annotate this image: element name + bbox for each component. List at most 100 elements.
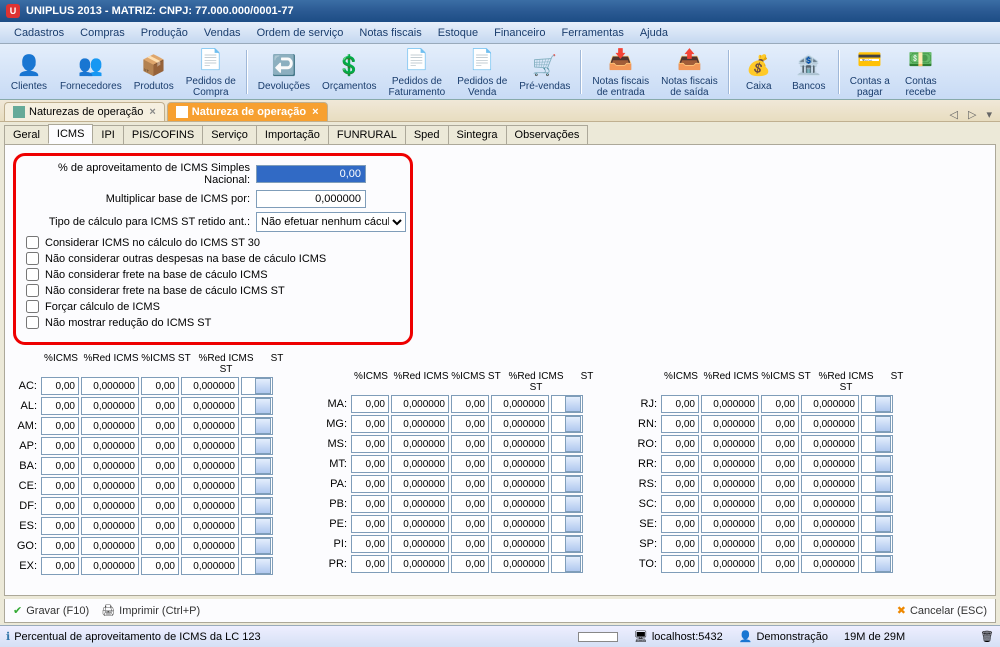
state-input[interactable] <box>41 377 79 395</box>
state-st-select[interactable] <box>551 495 583 513</box>
state-input[interactable] <box>81 397 139 415</box>
toolbar-notas-fiscais[interactable]: 📥Notas fiscaisde entrada <box>586 44 655 100</box>
inner-tab-serviço[interactable]: Serviço <box>202 125 257 144</box>
state-st-select[interactable] <box>551 455 583 473</box>
close-tab-icon[interactable]: × <box>149 106 155 118</box>
toolbar-devoluções[interactable]: ↩️Devoluções <box>252 49 316 94</box>
toolbar-clientes[interactable]: 👤Clientes <box>4 49 54 94</box>
trash-icon[interactable]: 🗑 <box>980 630 994 643</box>
toolbar-caixa[interactable]: 💰Caixa <box>734 49 784 94</box>
state-input[interactable] <box>661 535 699 553</box>
select-tipo-calculo[interactable]: Não efetuar nenhum cáculo <box>256 212 406 232</box>
toolbar-orçamentos[interactable]: 💲Orçamentos <box>316 49 382 94</box>
state-st-select[interactable] <box>861 435 893 453</box>
menu-item-estoque[interactable]: Estoque <box>430 27 486 39</box>
state-input[interactable] <box>491 415 549 433</box>
state-st-select[interactable] <box>241 377 273 395</box>
state-input[interactable] <box>141 537 179 555</box>
state-input[interactable] <box>761 555 799 573</box>
state-input[interactable] <box>81 517 139 535</box>
checkbox-1[interactable] <box>26 252 39 265</box>
state-input[interactable] <box>81 497 139 515</box>
state-st-select[interactable] <box>861 455 893 473</box>
state-st-select[interactable] <box>861 415 893 433</box>
state-input[interactable] <box>41 557 79 575</box>
state-input[interactable] <box>701 535 759 553</box>
state-input[interactable] <box>701 435 759 453</box>
state-input[interactable] <box>141 457 179 475</box>
state-input[interactable] <box>181 397 239 415</box>
state-input[interactable] <box>41 497 79 515</box>
toolbar-pedidos-de[interactable]: 📄Pedidos deFaturamento <box>383 44 452 100</box>
state-st-select[interactable] <box>241 397 273 415</box>
state-input[interactable] <box>391 495 449 513</box>
state-st-select[interactable] <box>241 517 273 535</box>
state-input[interactable] <box>801 395 859 413</box>
checkbox-3[interactable] <box>26 284 39 297</box>
inner-tab-funrural[interactable]: FUNRURAL <box>328 125 406 144</box>
menu-item-ajuda[interactable]: Ajuda <box>632 27 676 39</box>
state-input[interactable] <box>451 555 489 573</box>
tab-prev-icon[interactable]: ◁ <box>946 108 962 121</box>
state-input[interactable] <box>351 475 389 493</box>
tab-next-icon[interactable]: ▷ <box>964 108 980 121</box>
toolbar-fornecedores[interactable]: 👥Fornecedores <box>54 49 128 94</box>
state-input[interactable] <box>351 435 389 453</box>
state-input[interactable] <box>141 417 179 435</box>
state-input[interactable] <box>661 435 699 453</box>
state-st-select[interactable] <box>241 437 273 455</box>
state-st-select[interactable] <box>551 395 583 413</box>
state-st-select[interactable] <box>861 555 893 573</box>
state-input[interactable] <box>701 415 759 433</box>
state-input[interactable] <box>661 495 699 513</box>
toolbar-contas-a[interactable]: 💳Contas apagar <box>844 44 896 100</box>
checkbox-4[interactable] <box>26 300 39 313</box>
state-st-select[interactable] <box>241 557 273 575</box>
inner-tab-geral[interactable]: Geral <box>4 125 49 144</box>
state-input[interactable] <box>761 535 799 553</box>
state-input[interactable] <box>801 435 859 453</box>
state-input[interactable] <box>81 377 139 395</box>
state-input[interactable] <box>661 555 699 573</box>
state-input[interactable] <box>391 555 449 573</box>
inner-tab-pis-cofins[interactable]: PIS/COFINS <box>123 125 203 144</box>
toolbar-pedidos-de[interactable]: 📄Pedidos deCompra <box>180 44 242 100</box>
state-input[interactable] <box>761 455 799 473</box>
state-input[interactable] <box>141 517 179 535</box>
state-st-select[interactable] <box>551 435 583 453</box>
doc-tab-naturezas-de-operação[interactable]: Naturezas de operação× <box>4 102 165 121</box>
state-input[interactable] <box>141 377 179 395</box>
state-input[interactable] <box>81 537 139 555</box>
state-input[interactable] <box>351 535 389 553</box>
state-input[interactable] <box>491 395 549 413</box>
state-input[interactable] <box>391 515 449 533</box>
state-input[interactable] <box>451 475 489 493</box>
state-input[interactable] <box>801 415 859 433</box>
state-input[interactable] <box>491 455 549 473</box>
state-input[interactable] <box>351 555 389 573</box>
state-input[interactable] <box>391 455 449 473</box>
state-input[interactable] <box>141 437 179 455</box>
state-input[interactable] <box>181 377 239 395</box>
inner-tab-icms[interactable]: ICMS <box>48 124 94 144</box>
state-input[interactable] <box>41 437 79 455</box>
state-input[interactable] <box>491 495 549 513</box>
state-input[interactable] <box>801 555 859 573</box>
state-input[interactable] <box>81 477 139 495</box>
doc-tab-natureza-de-operação[interactable]: Natureza de operação× <box>167 102 328 121</box>
menu-item-ferramentas[interactable]: Ferramentas <box>553 27 631 39</box>
state-input[interactable] <box>391 535 449 553</box>
input-aproveitamento[interactable] <box>256 165 366 183</box>
state-st-select[interactable] <box>241 497 273 515</box>
state-st-select[interactable] <box>241 537 273 555</box>
state-input[interactable] <box>801 535 859 553</box>
state-input[interactable] <box>391 415 449 433</box>
state-input[interactable] <box>41 397 79 415</box>
checkbox-2[interactable] <box>26 268 39 281</box>
state-input[interactable] <box>181 517 239 535</box>
state-input[interactable] <box>801 455 859 473</box>
state-st-select[interactable] <box>551 475 583 493</box>
state-input[interactable] <box>491 435 549 453</box>
state-input[interactable] <box>451 515 489 533</box>
state-input[interactable] <box>391 395 449 413</box>
